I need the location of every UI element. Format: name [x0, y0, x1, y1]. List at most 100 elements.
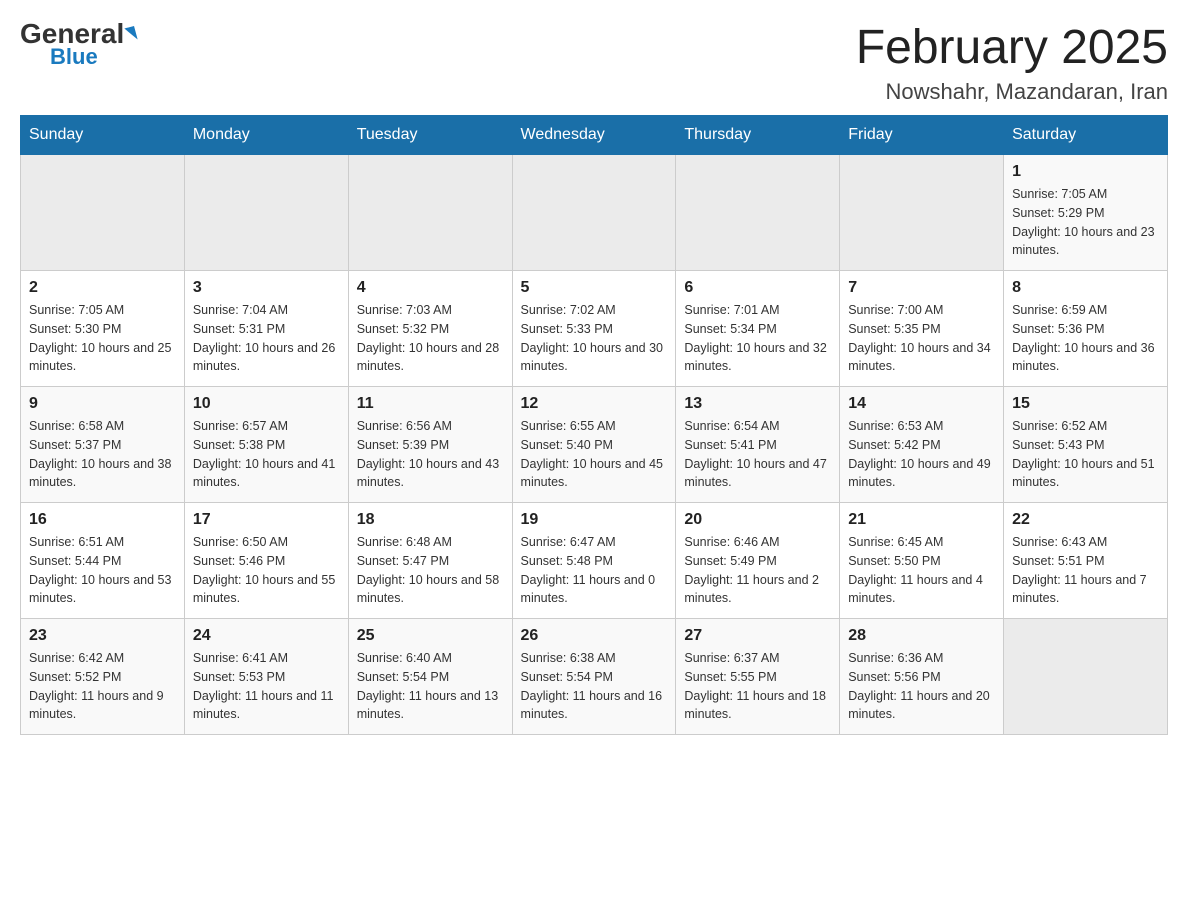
sunset-text: Sunset: 5:37 PM	[29, 438, 121, 452]
daylight-text: Daylight: 10 hours and 26 minutes.	[193, 341, 335, 374]
calendar-header: SundayMondayTuesdayWednesdayThursdayFrid…	[21, 116, 1168, 155]
sunrise-text: Sunrise: 6:46 AM	[684, 535, 779, 549]
sunset-text: Sunset: 5:29 PM	[1012, 206, 1104, 220]
day-info: Sunrise: 6:36 AM Sunset: 5:56 PM Dayligh…	[848, 649, 995, 724]
calendar-day-cell	[21, 155, 185, 271]
calendar-day-cell: 10 Sunrise: 6:57 AM Sunset: 5:38 PM Dayl…	[184, 387, 348, 503]
day-of-week-header: Tuesday	[348, 116, 512, 155]
calendar-day-cell: 27 Sunrise: 6:37 AM Sunset: 5:55 PM Dayl…	[676, 619, 840, 735]
sunset-text: Sunset: 5:41 PM	[684, 438, 776, 452]
sunset-text: Sunset: 5:36 PM	[1012, 322, 1104, 336]
logo: General Blue	[20, 20, 136, 70]
day-of-week-header: Thursday	[676, 116, 840, 155]
day-of-week-header: Wednesday	[512, 116, 676, 155]
day-info: Sunrise: 6:47 AM Sunset: 5:48 PM Dayligh…	[521, 533, 668, 608]
sunrise-text: Sunrise: 6:47 AM	[521, 535, 616, 549]
day-number: 4	[357, 279, 504, 297]
day-number: 19	[521, 511, 668, 529]
sunset-text: Sunset: 5:54 PM	[357, 670, 449, 684]
sunrise-text: Sunrise: 6:54 AM	[684, 419, 779, 433]
daylight-text: Daylight: 11 hours and 11 minutes.	[193, 689, 334, 722]
sunrise-text: Sunrise: 7:02 AM	[521, 303, 616, 317]
calendar-week-row: 1 Sunrise: 7:05 AM Sunset: 5:29 PM Dayli…	[21, 155, 1168, 271]
calendar-day-cell: 14 Sunrise: 6:53 AM Sunset: 5:42 PM Dayl…	[840, 387, 1004, 503]
day-number: 16	[29, 511, 176, 529]
day-info: Sunrise: 6:43 AM Sunset: 5:51 PM Dayligh…	[1012, 533, 1159, 608]
sunrise-text: Sunrise: 7:05 AM	[29, 303, 124, 317]
sunset-text: Sunset: 5:46 PM	[193, 554, 285, 568]
day-info: Sunrise: 7:05 AM Sunset: 5:29 PM Dayligh…	[1012, 185, 1159, 260]
logo-triangle-icon	[125, 26, 138, 42]
day-number: 13	[684, 395, 831, 413]
day-number: 2	[29, 279, 176, 297]
daylight-text: Daylight: 11 hours and 16 minutes.	[521, 689, 663, 722]
daylight-text: Daylight: 10 hours and 47 minutes.	[684, 457, 826, 490]
sunrise-text: Sunrise: 6:50 AM	[193, 535, 288, 549]
calendar-body: 1 Sunrise: 7:05 AM Sunset: 5:29 PM Dayli…	[21, 155, 1168, 735]
calendar-day-cell: 21 Sunrise: 6:45 AM Sunset: 5:50 PM Dayl…	[840, 503, 1004, 619]
day-number: 25	[357, 627, 504, 645]
calendar-week-row: 23 Sunrise: 6:42 AM Sunset: 5:52 PM Dayl…	[21, 619, 1168, 735]
calendar-day-cell	[676, 155, 840, 271]
sunset-text: Sunset: 5:50 PM	[848, 554, 940, 568]
sunset-text: Sunset: 5:49 PM	[684, 554, 776, 568]
calendar-title: February 2025	[856, 20, 1168, 75]
daylight-text: Daylight: 10 hours and 25 minutes.	[29, 341, 171, 374]
title-area: February 2025 Nowshahr, Mazandaran, Iran	[856, 20, 1168, 105]
day-info: Sunrise: 7:00 AM Sunset: 5:35 PM Dayligh…	[848, 301, 995, 376]
daylight-text: Daylight: 10 hours and 23 minutes.	[1012, 225, 1154, 258]
day-info: Sunrise: 7:01 AM Sunset: 5:34 PM Dayligh…	[684, 301, 831, 376]
day-info: Sunrise: 6:52 AM Sunset: 5:43 PM Dayligh…	[1012, 417, 1159, 492]
sunset-text: Sunset: 5:34 PM	[684, 322, 776, 336]
daylight-text: Daylight: 10 hours and 55 minutes.	[193, 573, 335, 606]
day-number: 15	[1012, 395, 1159, 413]
day-of-week-header: Sunday	[21, 116, 185, 155]
daylight-text: Daylight: 11 hours and 4 minutes.	[848, 573, 983, 606]
daylight-text: Daylight: 10 hours and 36 minutes.	[1012, 341, 1154, 374]
calendar-day-cell: 11 Sunrise: 6:56 AM Sunset: 5:39 PM Dayl…	[348, 387, 512, 503]
day-info: Sunrise: 6:53 AM Sunset: 5:42 PM Dayligh…	[848, 417, 995, 492]
sunrise-text: Sunrise: 6:36 AM	[848, 651, 943, 665]
sunrise-text: Sunrise: 6:52 AM	[1012, 419, 1107, 433]
day-number: 6	[684, 279, 831, 297]
sunset-text: Sunset: 5:33 PM	[521, 322, 613, 336]
daylight-text: Daylight: 10 hours and 34 minutes.	[848, 341, 990, 374]
day-info: Sunrise: 6:58 AM Sunset: 5:37 PM Dayligh…	[29, 417, 176, 492]
sunset-text: Sunset: 5:40 PM	[521, 438, 613, 452]
calendar-day-cell: 20 Sunrise: 6:46 AM Sunset: 5:49 PM Dayl…	[676, 503, 840, 619]
day-number: 22	[1012, 511, 1159, 529]
calendar-day-cell: 18 Sunrise: 6:48 AM Sunset: 5:47 PM Dayl…	[348, 503, 512, 619]
daylight-text: Daylight: 11 hours and 0 minutes.	[521, 573, 656, 606]
day-info: Sunrise: 6:48 AM Sunset: 5:47 PM Dayligh…	[357, 533, 504, 608]
calendar-day-cell: 15 Sunrise: 6:52 AM Sunset: 5:43 PM Dayl…	[1004, 387, 1168, 503]
sunrise-text: Sunrise: 6:40 AM	[357, 651, 452, 665]
calendar-day-cell	[512, 155, 676, 271]
sunrise-text: Sunrise: 7:00 AM	[848, 303, 943, 317]
daylight-text: Daylight: 11 hours and 9 minutes.	[29, 689, 164, 722]
sunset-text: Sunset: 5:48 PM	[521, 554, 613, 568]
calendar-day-cell	[348, 155, 512, 271]
sunset-text: Sunset: 5:38 PM	[193, 438, 285, 452]
day-info: Sunrise: 6:55 AM Sunset: 5:40 PM Dayligh…	[521, 417, 668, 492]
sunset-text: Sunset: 5:55 PM	[684, 670, 776, 684]
day-info: Sunrise: 6:41 AM Sunset: 5:53 PM Dayligh…	[193, 649, 340, 724]
day-info: Sunrise: 7:02 AM Sunset: 5:33 PM Dayligh…	[521, 301, 668, 376]
day-number: 23	[29, 627, 176, 645]
sunset-text: Sunset: 5:30 PM	[29, 322, 121, 336]
daylight-text: Daylight: 10 hours and 58 minutes.	[357, 573, 499, 606]
sunrise-text: Sunrise: 7:01 AM	[684, 303, 779, 317]
day-info: Sunrise: 6:38 AM Sunset: 5:54 PM Dayligh…	[521, 649, 668, 724]
calendar-day-cell: 7 Sunrise: 7:00 AM Sunset: 5:35 PM Dayli…	[840, 271, 1004, 387]
day-info: Sunrise: 6:46 AM Sunset: 5:49 PM Dayligh…	[684, 533, 831, 608]
day-info: Sunrise: 6:57 AM Sunset: 5:38 PM Dayligh…	[193, 417, 340, 492]
sunset-text: Sunset: 5:31 PM	[193, 322, 285, 336]
daylight-text: Daylight: 10 hours and 28 minutes.	[357, 341, 499, 374]
sunrise-text: Sunrise: 7:04 AM	[193, 303, 288, 317]
sunset-text: Sunset: 5:39 PM	[357, 438, 449, 452]
daylight-text: Daylight: 10 hours and 43 minutes.	[357, 457, 499, 490]
day-info: Sunrise: 7:03 AM Sunset: 5:32 PM Dayligh…	[357, 301, 504, 376]
calendar-subtitle: Nowshahr, Mazandaran, Iran	[856, 79, 1168, 105]
daylight-text: Daylight: 10 hours and 45 minutes.	[521, 457, 663, 490]
sunrise-text: Sunrise: 7:03 AM	[357, 303, 452, 317]
sunset-text: Sunset: 5:51 PM	[1012, 554, 1104, 568]
